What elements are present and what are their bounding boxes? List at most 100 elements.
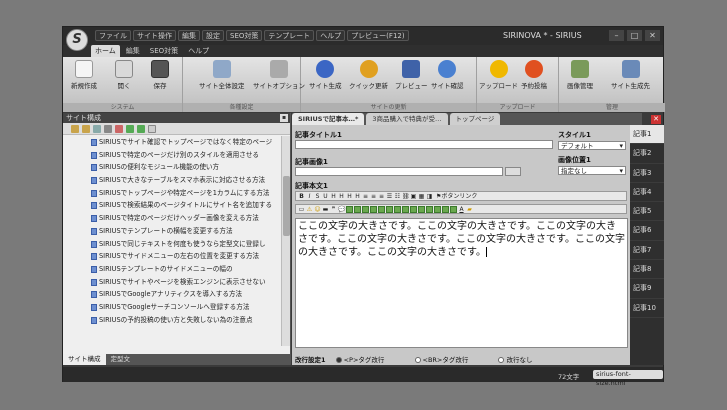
article-item[interactable]: 記事3 xyxy=(630,164,664,183)
article-item[interactable]: 記事1 xyxy=(630,125,664,145)
italic-icon[interactable]: I xyxy=(306,193,313,200)
article-item[interactable]: 記事6 xyxy=(630,221,664,241)
image-manager-button[interactable]: 画像管理 xyxy=(567,60,593,90)
list-item[interactable]: SIRIUSでトップページや特定ページを1カラムにする方法 xyxy=(63,187,281,200)
template-8-icon[interactable] xyxy=(402,205,409,213)
article-item[interactable]: 記事2 xyxy=(630,144,664,164)
minimize-icon[interactable]: – xyxy=(609,30,624,41)
template-11-icon[interactable] xyxy=(426,205,433,213)
site-options-button[interactable]: サイトオプション xyxy=(253,60,305,90)
text-color-icon[interactable]: A xyxy=(458,206,465,213)
list-item[interactable]: SIRIUSでサイト確認でトップページではなく特定のページ xyxy=(63,136,281,149)
list-icon[interactable]: ☰ xyxy=(386,193,393,200)
search-icon[interactable] xyxy=(148,125,156,133)
align-center-icon[interactable]: ≡ xyxy=(370,193,377,200)
table-icon[interactable]: ▦ xyxy=(418,193,425,200)
bold-icon[interactable]: B xyxy=(298,193,305,200)
h4-icon[interactable]: H xyxy=(354,193,361,200)
align-left-icon[interactable]: ≡ xyxy=(362,193,369,200)
save-button[interactable]: 保存 xyxy=(151,60,169,90)
preview-button[interactable]: プレビュー xyxy=(395,60,428,90)
menu-preview[interactable]: プレビュー(F12) xyxy=(347,30,409,41)
underline-icon[interactable]: U xyxy=(322,193,329,200)
app-logo[interactable]: S xyxy=(66,29,88,51)
menu-site[interactable]: サイト操作 xyxy=(133,30,176,41)
folder-add-icon[interactable] xyxy=(82,125,90,133)
list-item[interactable]: SIRIUSの便利なモジュール機能の使い方 xyxy=(63,161,281,174)
list-item[interactable]: SIRIUSで特定のページだけ別のスタイルを適用させる xyxy=(63,149,281,162)
quick-update-button[interactable]: クイック更新 xyxy=(349,60,388,90)
tab-home[interactable]: ホーム xyxy=(91,45,120,57)
button-link-button[interactable]: ⚑ボタンリンク xyxy=(434,193,479,200)
pin-icon[interactable]: ▪ xyxy=(280,114,288,122)
copy-icon[interactable] xyxy=(104,125,112,133)
delete-icon[interactable] xyxy=(115,125,123,133)
list-item[interactable]: SIRIUSの予約投稿の使い方と失敗しない為の注意点 xyxy=(63,314,281,327)
close-tab-icon[interactable]: ✕ xyxy=(651,115,661,124)
doc-tab[interactable]: SIRIUSで記事本…* xyxy=(292,113,365,125)
list-item[interactable]: SIRIUSでサイトやページを検索エンジンに表示させない xyxy=(63,276,281,289)
scroll-thumb[interactable] xyxy=(283,176,290,236)
balloon-icon[interactable]: 💬 xyxy=(338,206,345,213)
open-button[interactable]: 開く xyxy=(115,60,133,90)
ad-icon[interactable]: ◨ xyxy=(426,193,433,200)
menu-edit[interactable]: 編集 xyxy=(178,30,200,41)
marker-icon[interactable]: ▬ xyxy=(322,206,329,213)
folder-icon[interactable] xyxy=(71,125,79,133)
tab-snippets[interactable]: 定型文 xyxy=(106,354,136,365)
title-input[interactable] xyxy=(295,140,553,149)
site-check-button[interactable]: サイト確認 xyxy=(431,60,464,90)
article-item[interactable]: 記事4 xyxy=(630,183,664,203)
output-folder-button[interactable]: サイト生成先 xyxy=(611,60,650,90)
warning-icon[interactable]: ⚠ xyxy=(306,206,313,213)
h1-icon[interactable]: H xyxy=(330,193,337,200)
maximize-icon[interactable]: □ xyxy=(627,30,642,41)
doc-tab[interactable]: 3商品購入で特典が受… xyxy=(366,113,448,125)
new-button[interactable]: 新規作成 xyxy=(71,60,97,90)
article-item[interactable]: 記事8 xyxy=(630,260,664,280)
article-item[interactable]: 記事10 xyxy=(630,299,664,318)
align-right-icon[interactable]: ≡ xyxy=(378,193,385,200)
menu-help[interactable]: ヘルプ xyxy=(316,30,346,41)
tab-site-structure[interactable]: サイト構成 xyxy=(63,354,106,365)
menu-file[interactable]: ファイル xyxy=(95,30,131,41)
list-item[interactable]: SIRIUSでGoogleサーチコンソールへ登録する方法 xyxy=(63,301,281,314)
radio-no-break[interactable]: 改行なし xyxy=(498,356,532,364)
image-insert-icon[interactable]: ▣ xyxy=(410,193,417,200)
list-item[interactable]: SIRIUSでテンプレートの横幅を変更する方法 xyxy=(63,225,281,238)
list-item[interactable]: SIRIUSテンプレートのサイドメニューの幅の xyxy=(63,263,281,276)
tag-icon[interactable]: ▰ xyxy=(466,206,473,213)
template-3-icon[interactable] xyxy=(362,205,369,213)
list-item[interactable]: SIRIUSで特定のページだけヘッダー画像を変える方法 xyxy=(63,212,281,225)
menu-template[interactable]: テンプレート xyxy=(264,30,315,41)
list-item[interactable]: SIRIUSで大きなテーブルをスマホ表示に対応させる方法 xyxy=(63,174,281,187)
quote-icon[interactable]: ❞ xyxy=(330,206,337,213)
template-9-icon[interactable] xyxy=(410,205,417,213)
strike-icon[interactable]: S xyxy=(314,193,321,200)
up-icon[interactable] xyxy=(126,125,134,133)
box-icon[interactable]: ▭ xyxy=(298,206,305,213)
radio-br-tag[interactable]: <BR>タグ改行 xyxy=(414,356,468,364)
template-13-icon[interactable] xyxy=(442,205,449,213)
generate-site-button[interactable]: サイト生成 xyxy=(309,60,342,90)
menu-settings[interactable]: 設定 xyxy=(202,30,224,41)
template-7-icon[interactable] xyxy=(394,205,401,213)
h2-icon[interactable]: H xyxy=(338,193,345,200)
template-14-icon[interactable] xyxy=(450,205,457,213)
tab-seo[interactable]: SEO対策 xyxy=(146,45,182,57)
radio-p-tag[interactable]: <P>タグ改行 xyxy=(335,356,384,364)
site-settings-button[interactable]: サイト全体設定 xyxy=(199,60,245,90)
template-2-icon[interactable] xyxy=(354,205,361,213)
numbered-list-icon[interactable]: ☷ xyxy=(394,193,401,200)
article-item[interactable]: 記事7 xyxy=(630,241,664,261)
tab-edit[interactable]: 編集 xyxy=(122,45,144,57)
list-item[interactable]: SIRIUSで同じテキストを何度も使うなら定型文に登録し xyxy=(63,238,281,251)
article-item[interactable]: 記事9 xyxy=(630,279,664,299)
page-icon[interactable] xyxy=(93,125,101,133)
link-icon[interactable]: ⛓ xyxy=(402,193,410,200)
style-select[interactable]: デフォルト xyxy=(558,141,626,150)
article-item[interactable]: 記事5 xyxy=(630,202,664,222)
close-icon[interactable]: ✕ xyxy=(645,30,660,41)
image-input[interactable] xyxy=(295,167,503,176)
emoji-icon[interactable]: ☺ xyxy=(314,206,321,213)
